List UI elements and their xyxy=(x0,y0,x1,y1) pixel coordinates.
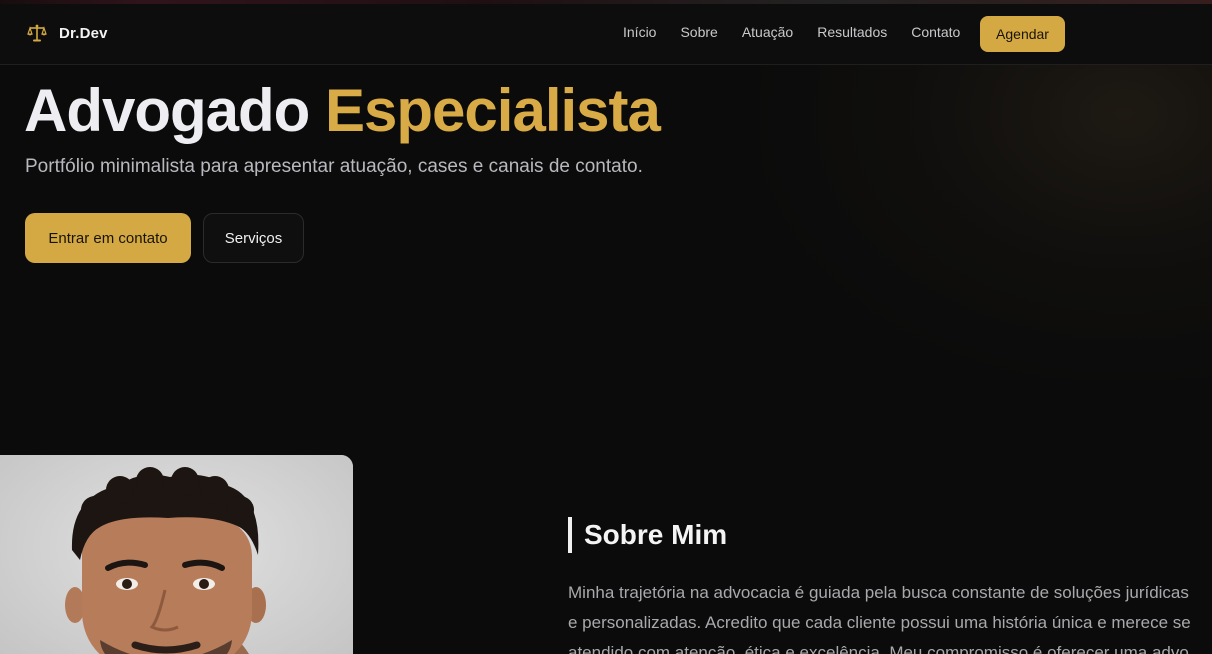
nav-link-resultados[interactable]: Resultados xyxy=(817,24,887,40)
hero-title-accent: Especialista xyxy=(325,77,661,144)
portrait-photo xyxy=(0,455,353,654)
hero-title-main: Advogado xyxy=(24,77,310,144)
nav-link-sobre[interactable]: Sobre xyxy=(680,24,717,40)
about-heading: Sobre Mim xyxy=(568,517,727,553)
nav-link-inicio[interactable]: Início xyxy=(623,24,656,40)
about-line-2: e personalizadas. Acredito que cada clie… xyxy=(568,613,1191,632)
nav-link-contato[interactable]: Contato xyxy=(911,24,960,40)
scales-of-justice-icon xyxy=(27,23,47,43)
brand-name: Dr.Dev xyxy=(59,24,108,42)
about-text: Minha trajetória na advocacia é guiada p… xyxy=(568,578,1212,654)
portrait-illustration xyxy=(0,455,353,654)
navbar: Dr.Dev Início Sobre Atuação Resultados C… xyxy=(0,4,1212,65)
nav-link-atuacao[interactable]: Atuação xyxy=(742,24,793,40)
page: Dr.Dev Início Sobre Atuação Resultados C… xyxy=(0,0,1212,654)
hero-title: Advogado Especialista xyxy=(24,77,661,144)
about-line-3: atendido com atenção, ética e excelência… xyxy=(568,643,1189,654)
hero-subtitle: Portfólio minimalista para apresentar at… xyxy=(25,156,643,177)
contact-button[interactable]: Entrar em contato xyxy=(25,213,191,263)
agendar-button[interactable]: Agendar xyxy=(980,16,1065,52)
services-button[interactable]: Serviços xyxy=(203,213,304,263)
about-line-1: Minha trajetória na advocacia é guiada p… xyxy=(568,583,1189,602)
brand[interactable]: Dr.Dev xyxy=(27,23,108,43)
nav-links: Início Sobre Atuação Resultados Contato xyxy=(623,24,960,40)
